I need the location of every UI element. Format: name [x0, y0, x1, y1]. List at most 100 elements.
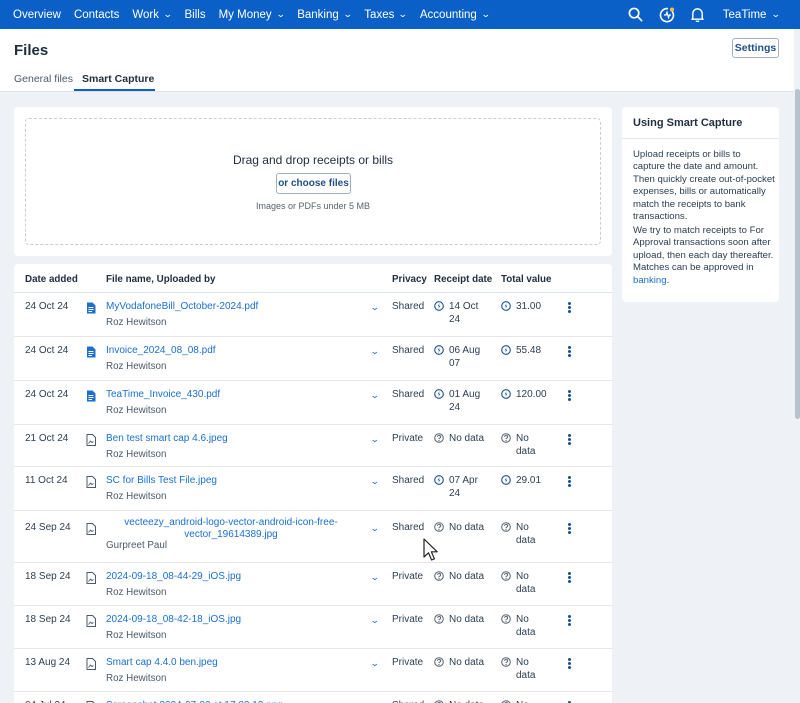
nav-item-my-money[interactable]: My Money ⌄ — [219, 9, 286, 21]
file-name-link[interactable]: Ben test smart cap 4.6.jpeg — [106, 433, 228, 444]
table-row[interactable]: 18 Sep 24 2024-09-18_08-42-18_iOS.jpg Roz … — [14, 606, 612, 649]
uploaded-by: Roz Hewitson — [106, 673, 167, 684]
info-text: We try to match receipts to For Approval… — [633, 225, 774, 274]
table-row[interactable]: 24 Oct 24 TeaTime_Invoice_430.pdf Roz Hewi… — [14, 381, 612, 425]
file-name-link[interactable]: Smart cap 4.4.0 ben.jpeg — [106, 657, 218, 668]
more-options-icon[interactable] — [568, 390, 571, 401]
more-options-icon[interactable] — [568, 658, 571, 669]
file-name-link[interactable]: Invoice_2024_08_08.pdf — [106, 345, 216, 356]
chevron-down-icon[interactable]: ⌄ — [370, 615, 380, 626]
chevron-down-icon[interactable]: ⌄ — [370, 302, 380, 313]
chevron-down-icon[interactable]: ⌄ — [370, 434, 380, 445]
receipt-date-line1: No data — [449, 522, 485, 533]
active-tab-indicator — [74, 89, 155, 91]
nav-item-bills[interactable]: Bills — [185, 9, 206, 21]
chevron-down-icon: ⌄ — [275, 9, 286, 19]
receipt-date: 01 Aug 24 — [434, 388, 480, 414]
table-row[interactable]: 04 Jul 24Screenshot 2024-07-03 at 17.02.… — [14, 692, 612, 703]
total-value: No data — [501, 432, 535, 458]
more-options-icon[interactable] — [568, 523, 571, 534]
activity-icon[interactable] — [658, 6, 676, 24]
nav-item-label: Banking — [297, 8, 339, 21]
receipt-date: No data — [434, 699, 484, 703]
chevron-down-icon[interactable]: ⌄ — [370, 476, 380, 487]
more-options-icon[interactable] — [568, 476, 571, 487]
table-row[interactable]: 11 Oct 24 SC for Bills Test File.jpeg Roz … — [14, 467, 612, 511]
table-row[interactable]: 24 Oct 24 Invoice_2024_08_08.pdf Roz Hewit… — [14, 337, 612, 381]
privacy-status: Shared — [392, 389, 425, 400]
table-row[interactable]: 13 Aug 24 Smart cap 4.4.0 ben.jpeg Roz Hew… — [14, 649, 612, 692]
receipt-date-line1: No data — [449, 699, 484, 703]
nav-item-contacts[interactable]: Contacts — [74, 9, 119, 21]
settings-button[interactable]: Settings — [732, 38, 779, 58]
scrollbar-thumb[interactable] — [795, 89, 800, 419]
help-icon — [434, 656, 449, 670]
upload-dropzone[interactable]: Drag and drop receipts or bills or choos… — [25, 118, 601, 245]
nav-item-overview[interactable]: Overview — [13, 9, 61, 21]
help-icon — [434, 699, 449, 703]
chevron-down-icon[interactable]: ⌄ — [370, 523, 380, 534]
nav-item-banking[interactable]: Banking ⌄ — [297, 8, 352, 21]
lightning-icon — [434, 474, 449, 488]
total-value-line1: 120.00 — [516, 389, 547, 400]
more-options-icon[interactable] — [568, 346, 571, 357]
chevron-down-icon[interactable]: ⌄ — [370, 390, 380, 401]
banking-link[interactable]: banking — [633, 275, 667, 286]
more-options-icon[interactable] — [568, 615, 571, 626]
file-name-link[interactable]: 2024-09-18_08-44-29_iOS.jpg — [106, 571, 241, 582]
chevron-down-icon[interactable]: ⌄ — [370, 346, 380, 357]
file-name-link[interactable]: MyVodafoneBill_October-2024.pdf — [106, 301, 258, 312]
mouse-cursor-icon — [423, 538, 439, 562]
receipt-date-line1: 01 Aug — [449, 389, 481, 400]
more-options-icon[interactable] — [568, 572, 571, 583]
receipt-date-line1: No data — [449, 614, 485, 625]
help-icon — [434, 613, 449, 627]
image-file-icon — [86, 434, 96, 446]
image-file-icon — [86, 615, 96, 627]
chevron-down-icon[interactable]: ⌄ — [370, 572, 380, 583]
nav-item-accounting[interactable]: Accounting ⌄ — [420, 9, 491, 21]
help-icon — [501, 699, 516, 703]
column-header-total: Total value — [501, 274, 552, 285]
chevron-down-icon: ⌄ — [480, 9, 491, 19]
file-name-link[interactable]: TeaTime_Invoice_430.pdf — [106, 389, 220, 400]
lightning-icon — [434, 388, 449, 402]
nav-item-label: Work — [132, 8, 159, 21]
total-value: No data — [501, 570, 535, 596]
table-row[interactable]: 18 Sep 24 2024-09-18_08-44-29_iOS.jpg Roz … — [14, 563, 612, 606]
date-added: 13 Aug 24 — [25, 657, 71, 668]
file-name-link[interactable]: vecteezy_android-logo-vector-android-ico… — [106, 517, 356, 541]
privacy-status: Shared — [392, 301, 425, 312]
nav-item-taxes[interactable]: Taxes ⌄ — [364, 9, 409, 21]
tab-general-files[interactable]: General files — [14, 73, 73, 85]
privacy-status: Shared — [392, 475, 425, 486]
pdf-file-icon — [86, 346, 96, 358]
search-icon[interactable] — [627, 6, 645, 24]
image-file-icon — [86, 572, 96, 584]
table-row[interactable]: 24 Sep 24 vecteezy_android-logo-vector-an… — [14, 511, 612, 563]
file-name-link[interactable]: 2024-09-18_08-42-18_iOS.jpg — [106, 614, 241, 625]
dropzone-hint: Images or PDFs under 5 MB — [255, 201, 371, 211]
privacy-status: Shared — [392, 522, 425, 533]
file-name-link[interactable]: SC for Bills Test File.jpeg — [106, 475, 217, 486]
chevron-down-icon: ⌄ — [398, 9, 409, 19]
help-icon — [434, 570, 449, 584]
table-row[interactable]: 21 Oct 24 Ben test smart cap 4.6.jpeg Roz … — [14, 425, 612, 467]
choose-files-button[interactable]: or choose files — [276, 173, 351, 194]
column-header-date[interactable]: Date added — [25, 274, 78, 285]
date-added: 18 Sep 24 — [25, 571, 71, 582]
more-options-icon[interactable] — [568, 434, 571, 445]
tab-smart-capture[interactable]: Smart Capture — [82, 73, 154, 85]
more-options-icon[interactable] — [568, 302, 571, 313]
bell-icon[interactable] — [689, 6, 707, 24]
page-scrollbar[interactable] — [794, 29, 800, 703]
receipt-date-line1: 07 Apr — [449, 475, 478, 486]
chevron-down-icon[interactable]: ⌄ — [370, 658, 380, 669]
pdf-file-icon — [86, 390, 96, 402]
user-menu[interactable]: TeaTime ⌄ — [723, 9, 781, 21]
total-value-line1: No — [516, 433, 529, 444]
lightning-icon — [501, 300, 516, 314]
table-row[interactable]: 24 Oct 24 MyVodafoneBill_October-2024.pdf… — [14, 293, 612, 337]
nav-item-work[interactable]: Work ⌄ — [132, 8, 172, 21]
help-icon — [434, 432, 449, 446]
